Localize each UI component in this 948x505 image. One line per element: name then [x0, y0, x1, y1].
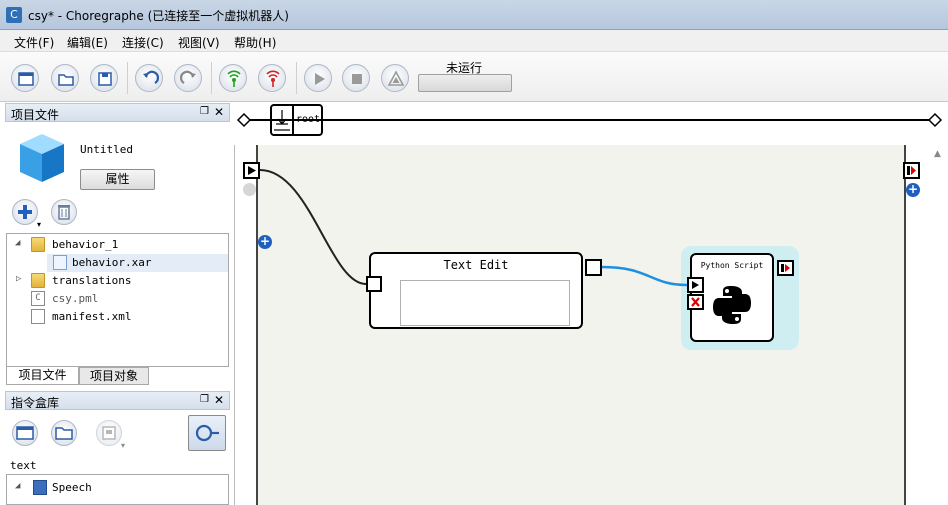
diamond-left-icon: [236, 112, 252, 128]
wire-text-edit-to-python[interactable]: [601, 265, 688, 287]
diamond-right-icon: [927, 112, 943, 128]
diagram-wires: [236, 112, 943, 287]
wire-start-to-text-edit[interactable]: [259, 169, 367, 285]
